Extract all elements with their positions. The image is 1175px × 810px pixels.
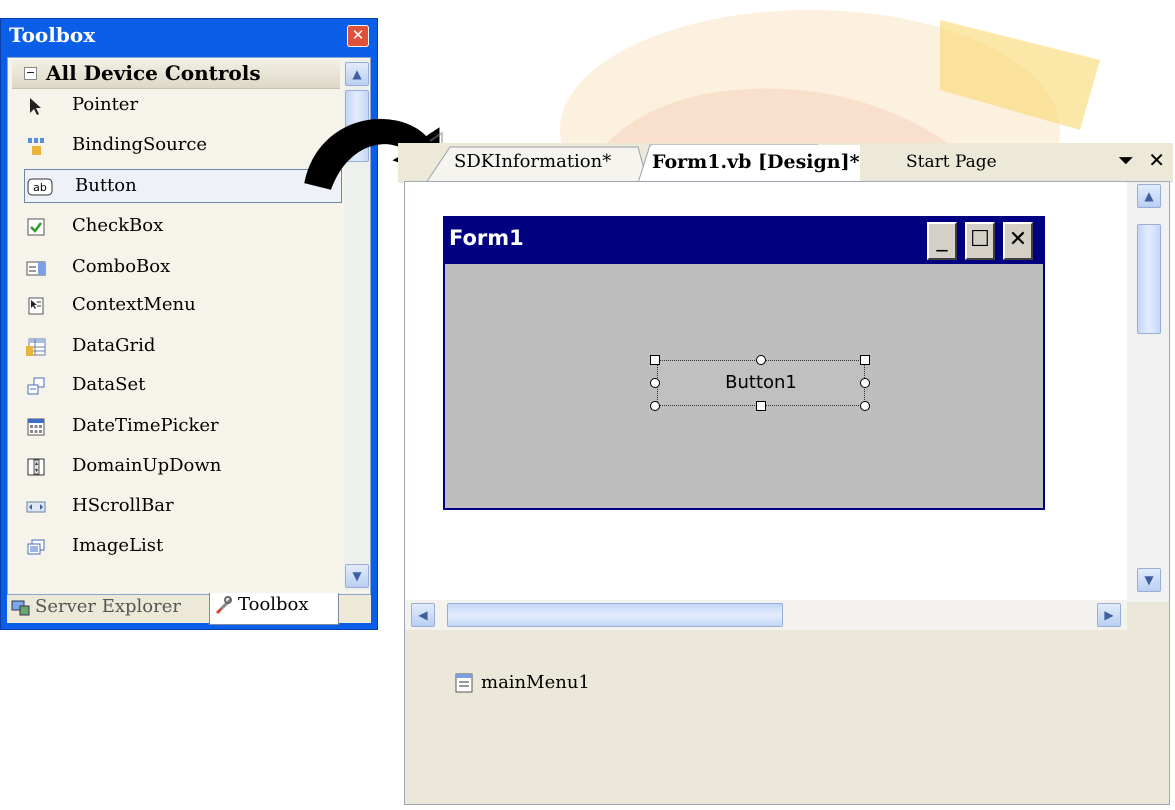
scroll-thumb[interactable] (447, 603, 783, 627)
datagrid-icon (26, 338, 46, 356)
toolbox-item-label: DomainUpDown (72, 455, 222, 476)
toolbox-item-checkbox[interactable]: CheckBox (22, 210, 340, 244)
pointer-icon (30, 98, 41, 115)
scroll-right-icon[interactable]: ▶ (1097, 603, 1121, 627)
designer-horizontal-scrollbar[interactable]: ◀ ▶ (405, 600, 1127, 630)
resize-handle[interactable] (650, 355, 660, 365)
designer-vertical-scrollbar[interactable]: ▲ ▼ (1127, 182, 1169, 602)
domainupdown-icon (27, 458, 45, 476)
toolbox-item-combobox[interactable]: ComboBox (22, 251, 340, 285)
toolbox-item-label: CheckBox (72, 215, 164, 236)
tab-toolbox[interactable]: Toolbox (209, 593, 339, 625)
scroll-up-icon[interactable]: ▲ (345, 62, 369, 86)
server-explorer-icon (11, 600, 30, 616)
form1-window[interactable]: Form1 _ ☐ ✕ Button1 (443, 216, 1045, 510)
document-tabs: SDKInformation* Form1.vb [Design]* Start… (398, 143, 1173, 183)
resize-handle[interactable] (860, 355, 870, 365)
tools-icon (216, 596, 232, 614)
scroll-down-icon[interactable]: ▼ (1137, 568, 1161, 592)
maximize-icon: ☐ (965, 222, 995, 260)
toolbox-item-label: DataSet (72, 374, 146, 395)
form-titlebar: Form1 _ ☐ ✕ (445, 218, 1043, 264)
scroll-left-icon[interactable]: ◀ (411, 603, 435, 627)
toolbox-item-contextmenu[interactable]: ContextMenu (22, 289, 340, 323)
toolbox-bottom-tabs: Server Explorer Toolbox (7, 593, 371, 625)
toolbox-item-label: Pointer (72, 94, 139, 115)
datetimepicker-icon (27, 418, 45, 436)
resize-handle[interactable] (860, 378, 870, 388)
toolbox-title: Toolbox (9, 23, 96, 47)
tab-label: Toolbox (238, 594, 309, 615)
main-menu-icon (455, 673, 473, 693)
toolbox-item-label: ComboBox (72, 256, 171, 277)
toolbox-item-label: BindingSource (72, 134, 208, 155)
scroll-thumb[interactable] (1137, 224, 1161, 334)
toolbox-item-hscrollbar[interactable]: HScrollBar (22, 490, 340, 524)
toolbox-item-label: ImageList (72, 535, 164, 556)
close-icon[interactable]: ✕ (1148, 148, 1165, 172)
design-surface: Form1 _ ☐ ✕ Button1 ▲ ▼ ◀ ▶ mainMenu1 (404, 181, 1170, 805)
scroll-up-icon[interactable]: ▲ (1137, 184, 1161, 208)
component-tray-item[interactable]: mainMenu1 (455, 672, 590, 693)
tab-controls: ⏷ ✕ (1118, 148, 1165, 172)
scroll-down-icon[interactable]: ▼ (345, 564, 369, 588)
group-header-all-device-controls[interactable]: − All Device Controls (12, 60, 340, 89)
dataset-icon (27, 377, 45, 395)
form-title: Form1 (449, 226, 524, 250)
tab-start-page[interactable]: Start Page (906, 145, 997, 181)
toolbox-item-label: DateTimePicker (72, 415, 219, 436)
close-icon: ✕ (1003, 222, 1033, 260)
tab-sdkinformation[interactable]: SDKInformation* (454, 145, 611, 181)
binding-source-icon (28, 138, 44, 155)
toolbox-item-domainupdown[interactable]: DomainUpDown (22, 450, 340, 484)
resize-handle[interactable] (860, 401, 870, 411)
group-label: All Device Controls (46, 61, 261, 85)
tab-label: Server Explorer (35, 596, 182, 617)
designer-window: SDKInformation* Form1.vb [Design]* Start… (398, 143, 1173, 805)
toolbox-item-imagelist[interactable]: ImageList (22, 530, 340, 564)
collapse-icon[interactable]: − (24, 67, 37, 80)
minimize-icon: _ (927, 222, 957, 260)
svg-text:ab: ab (33, 181, 47, 194)
toolbox-item-datetimepicker[interactable]: DateTimePicker (22, 410, 340, 444)
resize-handle[interactable] (650, 378, 660, 388)
design-canvas: Form1 _ ☐ ✕ Button1 (405, 182, 1127, 602)
hscrollbar-icon (26, 501, 46, 513)
combobox-icon (26, 261, 46, 276)
toolbox-item-label: ContextMenu (72, 294, 196, 315)
toolbox-item-datagrid[interactable]: DataGrid (22, 330, 340, 364)
toolbox-item-dataset[interactable]: DataSet (22, 369, 340, 403)
button1-control[interactable]: Button1 (657, 360, 865, 406)
checkbox-icon (27, 218, 45, 236)
toolbox-item-label: DataGrid (72, 335, 156, 356)
context-menu-icon (28, 297, 44, 315)
window-position-icon[interactable]: ⏷ (1118, 148, 1134, 172)
resize-handle[interactable] (650, 401, 660, 411)
toolbox-item-label: Button (75, 175, 137, 196)
resize-handle[interactable] (756, 401, 766, 411)
toolbox-item-label: HScrollBar (72, 495, 174, 516)
button-icon: ab (27, 178, 53, 196)
tray-label: mainMenu1 (481, 672, 590, 693)
close-icon[interactable]: ✕ (347, 25, 369, 47)
resize-handle[interactable] (756, 355, 766, 365)
tab-form1-design[interactable]: Form1.vb [Design]* (652, 145, 860, 181)
tab-server-explorer[interactable]: Server Explorer (11, 595, 207, 621)
imagelist-icon (27, 539, 45, 555)
